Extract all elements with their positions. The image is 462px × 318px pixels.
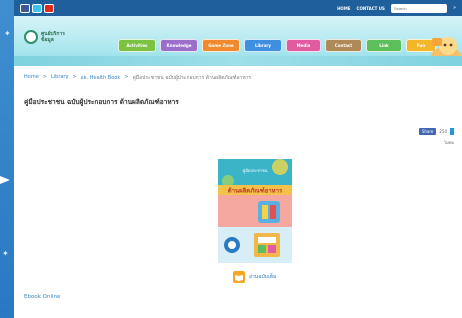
share-count: 250	[439, 129, 447, 134]
cover-band-label: ด้านผลิตภัณฑ์อาหาร	[228, 187, 283, 195]
sparkle-icon: ✦	[4, 29, 11, 38]
facebook-icon[interactable]	[20, 3, 30, 13]
breadcrumb-health-book[interactable]: อย. Health Book	[81, 74, 121, 82]
nav-item-game-zone[interactable]: Game Zone	[202, 39, 240, 52]
breadcrumb-separator: >	[42, 74, 47, 80]
twitter-icon[interactable]	[32, 3, 42, 13]
breadcrumb-separator: >	[124, 74, 129, 80]
ebook-cover[interactable]: คู่มือประชาชน ด้านผลิตภัณฑ์อาหาร	[218, 159, 292, 263]
breadcrumb: Home > Library > อย. Health Book > คู่มื…	[24, 74, 251, 82]
book-icon	[233, 271, 245, 283]
breadcrumb-home[interactable]: Home	[24, 74, 39, 82]
ebook-online-link[interactable]: Ebook Online	[24, 294, 60, 300]
share-more-icon[interactable]	[450, 128, 454, 135]
share-bar: Share 250	[418, 128, 454, 135]
site-logo[interactable]: ศูนย์บริการ ข้อมูล	[24, 30, 65, 44]
search-go-button[interactable]: »	[453, 5, 456, 11]
nav-item-media[interactable]: Media	[286, 39, 321, 52]
contact-us-link[interactable]: CONTACT US	[357, 6, 385, 11]
nav-item-contact[interactable]: Contact	[325, 39, 362, 52]
logo-emblem-icon	[24, 30, 38, 44]
breadcrumb-library[interactable]: Library	[51, 74, 68, 82]
search-input[interactable]	[390, 3, 447, 13]
nav-item-activities[interactable]: Activities	[118, 39, 156, 52]
mascot-illustration	[431, 37, 461, 65]
read-more-link[interactable]: อ่านฉบับเต็ม	[233, 271, 276, 283]
main-nav: Activities Knowledge Game Zone Library M…	[118, 39, 436, 52]
youtube-icon[interactable]	[44, 3, 54, 13]
nav-item-link[interactable]: Link	[366, 39, 402, 52]
logo-text-line2: ข้อมูล	[41, 37, 54, 43]
nav-item-knowledge[interactable]: Knowledge	[160, 39, 198, 52]
website: HOME CONTACT US » ศูนย์บริการ ข้อมูล Act…	[14, 0, 462, 318]
social-links	[20, 3, 54, 13]
top-bar: HOME CONTACT US »	[14, 0, 462, 16]
home-link[interactable]: HOME	[337, 6, 350, 11]
breadcrumb-current: คู่มือประชาชน ฉบับผู้ประกอบการ ด้านผลิตภ…	[132, 75, 252, 81]
facebook-share-button[interactable]: Share	[418, 128, 437, 135]
top-links: HOME CONTACT US »	[337, 0, 456, 16]
sparkle-icon: ✦	[2, 249, 9, 258]
page-title: คู่มือประชาชน ฉบับผู้ประกอบการ ด้านผลิตภ…	[24, 98, 179, 106]
breadcrumb-separator: >	[72, 74, 77, 80]
read-more-label: อ่านฉบับเต็ม	[249, 274, 277, 280]
header-banner: ศูนย์บริการ ข้อมูล Activities Knowledge …	[14, 16, 462, 66]
nav-item-library[interactable]: Library	[244, 39, 282, 52]
arrow-right-icon	[0, 176, 10, 184]
share-button-label: Share	[421, 129, 434, 134]
share-sub-label: ไม่พบ	[444, 140, 454, 145]
